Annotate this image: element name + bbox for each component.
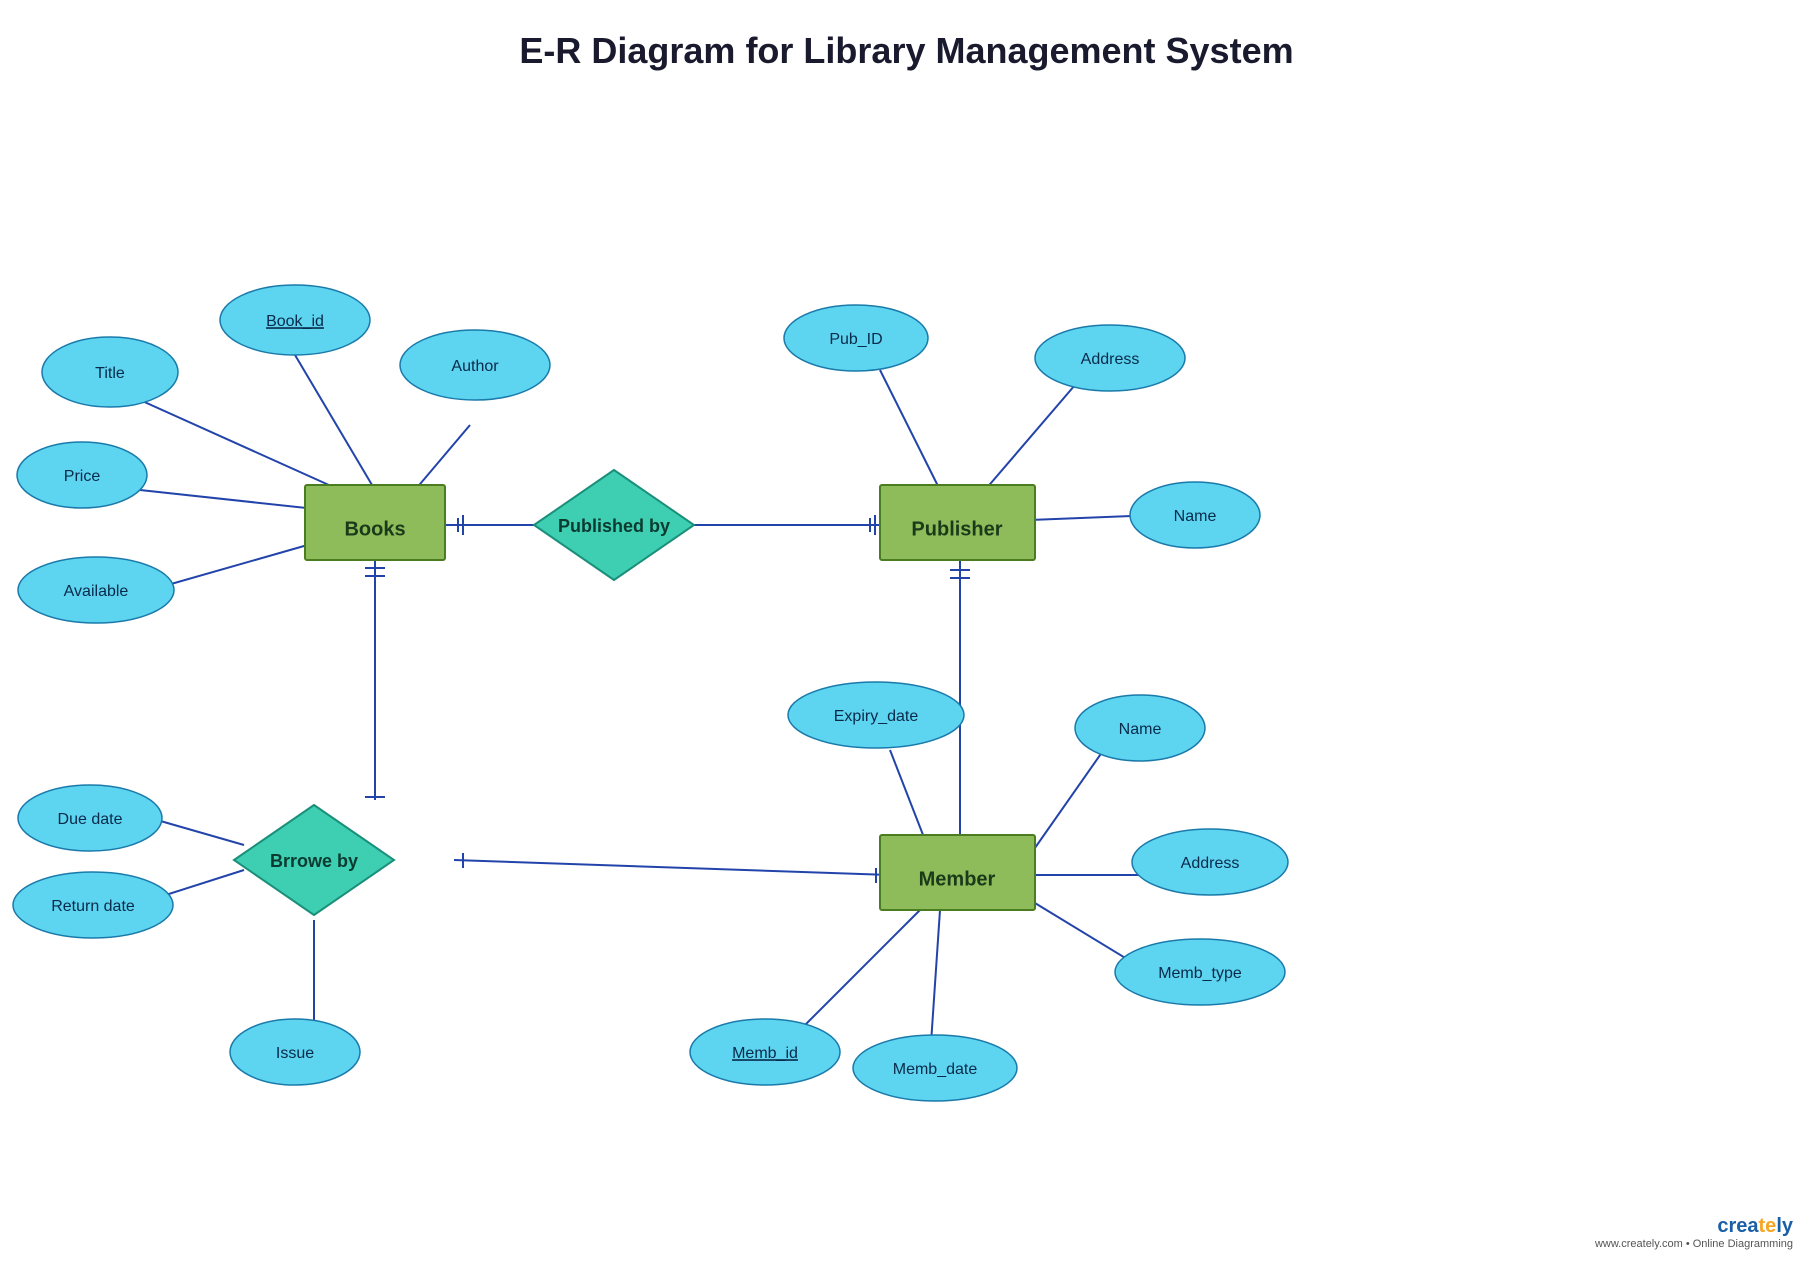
attribute-title: Title bbox=[42, 337, 178, 407]
svg-text:Expiry_date: Expiry_date bbox=[834, 708, 919, 725]
svg-text:Book_id: Book_id bbox=[266, 313, 324, 330]
svg-text:Available: Available bbox=[64, 583, 129, 600]
svg-text:Name: Name bbox=[1174, 508, 1217, 525]
attribute-memb-type: Memb_type bbox=[1115, 939, 1285, 1005]
svg-text:Issue: Issue bbox=[276, 1045, 314, 1062]
attribute-address-member: Address bbox=[1132, 829, 1288, 895]
svg-text:Pub_ID: Pub_ID bbox=[829, 331, 882, 348]
svg-text:Due date: Due date bbox=[58, 811, 123, 828]
svg-text:Memb_id: Memb_id bbox=[732, 1045, 798, 1062]
svg-text:Price: Price bbox=[64, 468, 101, 485]
attribute-name-publisher: Name bbox=[1130, 482, 1260, 548]
attribute-return-date: Return date bbox=[13, 872, 173, 938]
svg-text:Brrowe by: Brrowe by bbox=[270, 851, 358, 871]
svg-text:Publisher: Publisher bbox=[911, 518, 1002, 540]
attribute-address-publisher: Address bbox=[1035, 325, 1185, 391]
attribute-pub-id: Pub_ID bbox=[784, 305, 928, 371]
svg-text:Published by: Published by bbox=[558, 516, 670, 536]
attribute-due-date: Due date bbox=[18, 785, 162, 851]
svg-text:Address: Address bbox=[1081, 351, 1140, 368]
attribute-price: Price bbox=[17, 442, 147, 508]
attribute-available: Available bbox=[18, 557, 174, 623]
svg-text:Return date: Return date bbox=[51, 898, 135, 915]
entity-member: Member bbox=[880, 835, 1035, 910]
svg-text:Books: Books bbox=[344, 518, 405, 540]
svg-text:Title: Title bbox=[95, 365, 125, 382]
diagram-container: Books Publisher Member Published by Brro… bbox=[0, 100, 1813, 1260]
attribute-name-member: Name bbox=[1075, 695, 1205, 761]
relationship-published-by: Published by bbox=[534, 470, 694, 580]
watermark: creately www.creately.com • Online Diagr… bbox=[1595, 1215, 1793, 1250]
svg-text:Author: Author bbox=[451, 358, 499, 375]
attribute-author: Author bbox=[400, 330, 550, 400]
entity-books: Books bbox=[305, 485, 445, 560]
brand-sub: www.creately.com • Online Diagramming bbox=[1595, 1238, 1793, 1250]
attribute-memb-date: Memb_date bbox=[853, 1035, 1017, 1101]
entity-publisher: Publisher bbox=[880, 485, 1035, 560]
svg-text:Name: Name bbox=[1119, 721, 1162, 738]
svg-text:Memb_type: Memb_type bbox=[1158, 965, 1242, 982]
attribute-expiry-date: Expiry_date bbox=[788, 682, 964, 748]
attribute-book-id: Book_id bbox=[220, 285, 370, 355]
svg-text:Memb_date: Memb_date bbox=[893, 1061, 978, 1078]
svg-text:Address: Address bbox=[1181, 855, 1240, 872]
brand-name: creately bbox=[1595, 1215, 1793, 1238]
brand-highlight: te bbox=[1759, 1215, 1777, 1237]
attribute-issue: Issue bbox=[230, 1019, 360, 1085]
svg-text:Member: Member bbox=[919, 868, 996, 890]
page-title: E-R Diagram for Library Management Syste… bbox=[0, 0, 1813, 72]
attribute-memb-id: Memb_id bbox=[690, 1019, 840, 1085]
relationship-browse-by: Brrowe by bbox=[234, 805, 394, 915]
